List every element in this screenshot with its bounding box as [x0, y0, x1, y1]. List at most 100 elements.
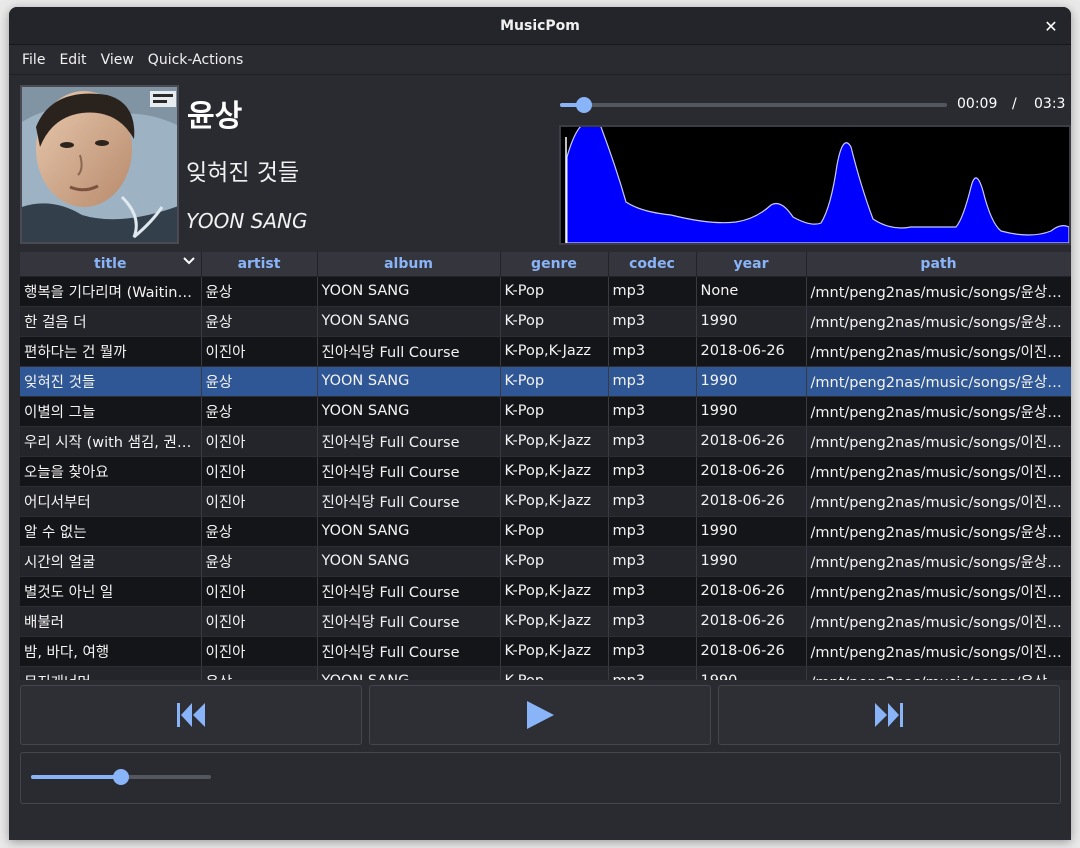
cell-artist: 이진아 [201, 486, 318, 517]
cell-title: 어디서부터 [20, 486, 202, 517]
cell-album: YOON SANG [317, 516, 501, 547]
menu-view[interactable]: View [94, 52, 141, 68]
cell-year: 1990 [696, 546, 807, 577]
cell-year: 2018-06-26 [696, 636, 807, 667]
chevron-down-icon [182, 255, 195, 269]
cell-album: YOON SANG [317, 546, 501, 577]
spectrum-visualizer [559, 125, 1071, 245]
cell-genre: K-Pop [500, 366, 609, 397]
column-header-year[interactable]: year [696, 252, 807, 277]
volume-fill [31, 775, 121, 779]
table-row[interactable]: 시간의 얼굴 윤상 YOON SANG K-Pop mp3 1990/mnt/peng2n… [20, 546, 1071, 577]
cell-codec: mp3 [608, 366, 697, 397]
cell-artist: 윤상 [201, 306, 318, 337]
cell-genre: K-Pop,K-Jazz [500, 606, 609, 637]
cell-title: 잊혀진 것들 [20, 366, 202, 397]
table-row[interactable]: 어디서부터 이진아 진아식당 Full Course K-Pop,K-Jazz mp3 2… [20, 486, 1071, 517]
column-header-artist[interactable]: artist [201, 252, 318, 277]
column-header-title[interactable]: title [20, 252, 202, 277]
seek-slider-handle[interactable] [576, 97, 592, 113]
cell-codec: mp3 [608, 306, 697, 337]
cell-codec: mp3 [608, 396, 697, 427]
cell-year: 2018-06-26 [696, 486, 807, 517]
menu-edit[interactable]: Edit [52, 52, 93, 68]
cell-codec: mp3 [608, 606, 697, 637]
cell-artist: 이진아 [201, 336, 318, 367]
column-header-codec[interactable]: codec [608, 252, 697, 277]
table-row[interactable]: 잊혀진 것들 윤상 YOON SANG K-Pop mp3 1990/mnt/peng2n… [20, 366, 1071, 397]
table-row[interactable]: 알 수 없는 윤상 YOON SANG K-Pop mp3 1990/mnt/peng2n… [20, 516, 1071, 547]
cell-album: 진아식당 Full Course [317, 606, 501, 637]
cell-album: YOON SANG [317, 276, 501, 307]
cell-path: /mnt/peng2nas/music/songs/이진아/진아식당 [806, 636, 1071, 667]
table-header-row: title artist album genre codec year path [20, 252, 1071, 277]
cell-title: 별것도 아닌 일 [20, 576, 202, 607]
now-playing-album: YOON SANG [186, 209, 308, 233]
cell-path: /mnt/peng2nas/music/songs/윤상/YOON SANG [806, 666, 1071, 680]
column-header-label: genre [531, 255, 577, 272]
table-row[interactable]: 행복을 기다리며 (Waiting For Happiness)윤상YOON S… [20, 276, 1071, 307]
table-row[interactable]: 별것도 아닌 일 이진아 진아식당 Full Course K-Pop,K-Jazz m… [20, 576, 1071, 607]
table-row[interactable]: 우리 시작 (with 샘김, 권진아) 이진아 진아식당 Full Course K… [20, 426, 1071, 457]
close-icon: ✕ [1044, 16, 1058, 36]
cell-genre: K-Pop [500, 276, 609, 307]
cell-genre: K-Pop,K-Jazz [500, 576, 609, 607]
menu-file[interactable]: File [15, 52, 52, 68]
cell-album: YOON SANG [317, 366, 501, 397]
column-header-genre[interactable]: genre [500, 252, 609, 277]
cell-title: 밤, 바다, 여행 [20, 636, 202, 667]
now-playing-artist: 윤상 [187, 99, 243, 134]
cell-year: None [696, 276, 807, 307]
cell-album: 진아식당 Full Course [317, 336, 501, 367]
table-row[interactable]: 밤, 바다, 여행 이진아 진아식당 Full Course K-Pop,K-Jazz… [20, 636, 1071, 667]
cell-codec: mp3 [608, 546, 697, 577]
cell-title: 이별의 그늘 [20, 396, 202, 427]
column-header-path[interactable]: path [806, 252, 1071, 277]
skip-next-icon [875, 703, 903, 727]
cell-album: 진아식당 Full Course [317, 456, 501, 487]
cell-path: /mnt/peng2nas/music/songs/이진아/진아식당 [806, 606, 1071, 637]
menu-quick-actions[interactable]: Quick-Actions [141, 52, 250, 68]
cell-title: 한 걸음 더 [20, 306, 202, 337]
seek-slider[interactable] [560, 97, 947, 113]
cell-album: 진아식당 Full Course [317, 636, 501, 667]
cell-year: 2018-06-26 [696, 606, 807, 637]
close-button[interactable]: ✕ [1039, 14, 1063, 38]
table-row[interactable]: 한 걸음 더 윤상 YOON SANG K-Pop mp3 1990/mnt/peng2n… [20, 306, 1071, 337]
cell-genre: K-Pop [500, 306, 609, 337]
cell-artist: 윤상 [201, 666, 318, 680]
cell-genre: K-Pop [500, 516, 609, 547]
table-row[interactable]: 편하다는 건 뭘까 이진아 진아식당 Full Course K-Pop,K-Jazz… [20, 336, 1071, 367]
cell-artist: 이진아 [201, 426, 318, 457]
track-table: title artist album genre codec year path 행복을 기… [20, 252, 1071, 680]
cell-genre: K-Pop [500, 546, 609, 577]
table-row[interactable]: 무지개너머윤상YOON SANGK-Popmp31990/mnt/peng2na… [20, 666, 1071, 680]
cell-codec: mp3 [608, 456, 697, 487]
cell-title: 시간의 얼굴 [20, 546, 202, 577]
volume-slider[interactable] [31, 769, 211, 785]
table-row[interactable]: 이별의 그늘 윤상 YOON SANG K-Pop mp3 1990/mnt/peng2n… [20, 396, 1071, 427]
play-button[interactable] [369, 685, 711, 745]
cell-path: /mnt/peng2nas/music/songs/이진아/진아식당 [806, 456, 1071, 487]
cell-codec: mp3 [608, 576, 697, 607]
previous-button[interactable] [20, 685, 362, 745]
cell-path: /mnt/peng2nas/music/songs/윤상/YOON SANG [806, 306, 1071, 337]
column-header-label: year [733, 255, 769, 272]
cell-album: YOON SANG [317, 666, 501, 680]
app-window: MusicPom ✕ File Edit View Quick-Actions [9, 7, 1071, 840]
cell-title: 우리 시작 (with 샘김, 권진아) [20, 426, 202, 457]
cell-codec: mp3 [608, 516, 697, 547]
column-header-label: path [920, 255, 957, 272]
cell-title: 오늘을 찾아요 [20, 456, 202, 487]
play-icon [527, 701, 554, 729]
column-header-album[interactable]: album [317, 252, 501, 277]
cell-genre: K-Pop [500, 666, 609, 680]
cell-artist: 이진아 [201, 576, 318, 607]
volume-slider-handle[interactable] [113, 769, 129, 785]
table-row[interactable]: 오늘을 찾아요 이진아 진아식당 Full Course K-Pop,K-Jazz mp… [20, 456, 1071, 487]
cell-path: /mnt/peng2nas/music/songs/이진아/진아식당 [806, 486, 1071, 517]
cell-album: YOON SANG [317, 306, 501, 337]
next-button[interactable] [718, 685, 1060, 745]
cell-path: /mnt/peng2nas/music/songs/윤상/YOON SANG [806, 546, 1071, 577]
table-row[interactable]: 배불러 이진아 진아식당 Full Course K-Pop,K-Jazz mp3 201… [20, 606, 1071, 637]
